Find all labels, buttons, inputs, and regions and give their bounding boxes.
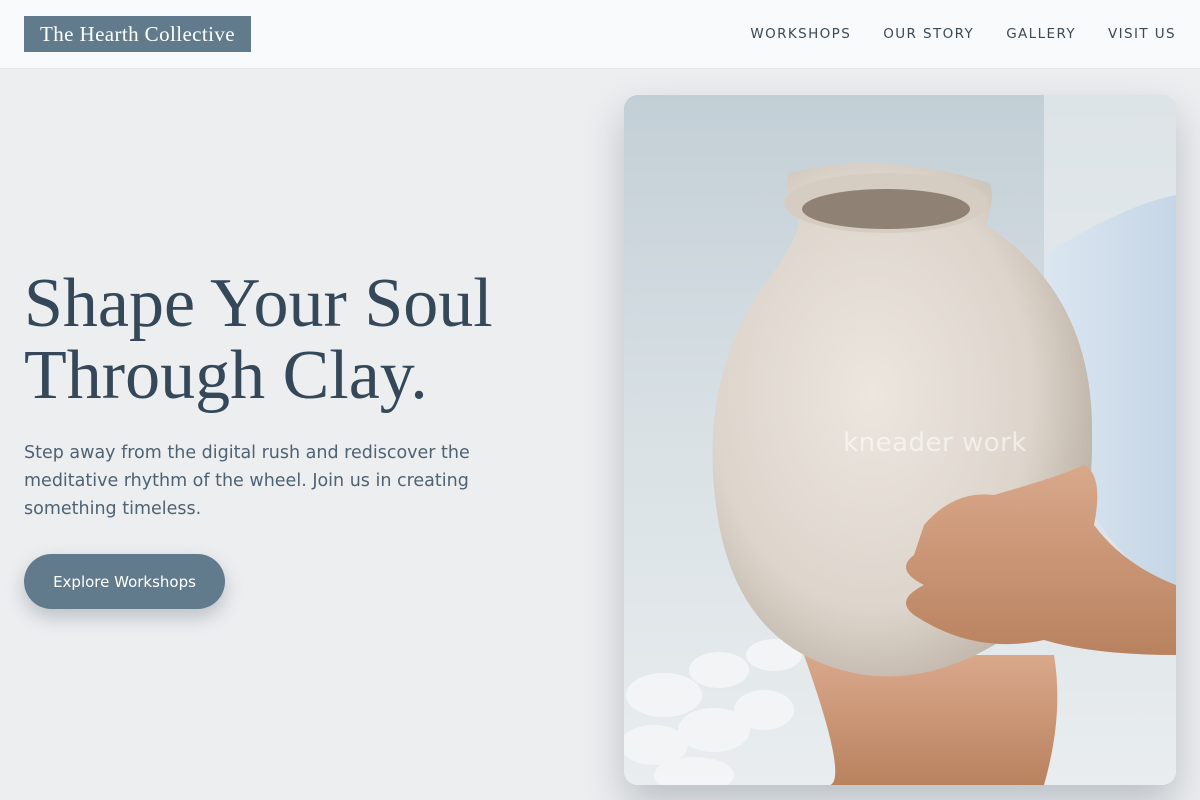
brand-logo[interactable]: The Hearth Collective — [24, 16, 251, 52]
nav-item-workshops[interactable]: WORKSHOPS — [750, 26, 851, 42]
site-header: The Hearth Collective WORKSHOPS OUR STOR… — [0, 0, 1200, 68]
hero-subtitle: Step away from the digital rush and redi… — [24, 443, 470, 519]
image-watermark: kneader work — [843, 428, 1027, 458]
hero-title-line-2: Through Clay. — [24, 337, 428, 414]
nav-item-visit-us[interactable]: VISIT US — [1108, 26, 1176, 42]
nav-item-our-story[interactable]: OUR STORY — [883, 26, 974, 42]
main-nav: WORKSHOPS OUR STORY GALLERY VISIT US — [750, 26, 1176, 42]
hero-title: Shape Your Soul Through Clay. — [24, 268, 584, 412]
hero-image: kneader work — [624, 95, 1176, 785]
hero-title-line-1: Shape Your Soul — [24, 265, 493, 342]
page: The Hearth Collective WORKSHOPS OUR STOR… — [0, 0, 1200, 800]
nav-item-gallery[interactable]: GALLERY — [1006, 26, 1076, 42]
explore-workshops-button[interactable]: Explore Workshops — [24, 554, 225, 609]
